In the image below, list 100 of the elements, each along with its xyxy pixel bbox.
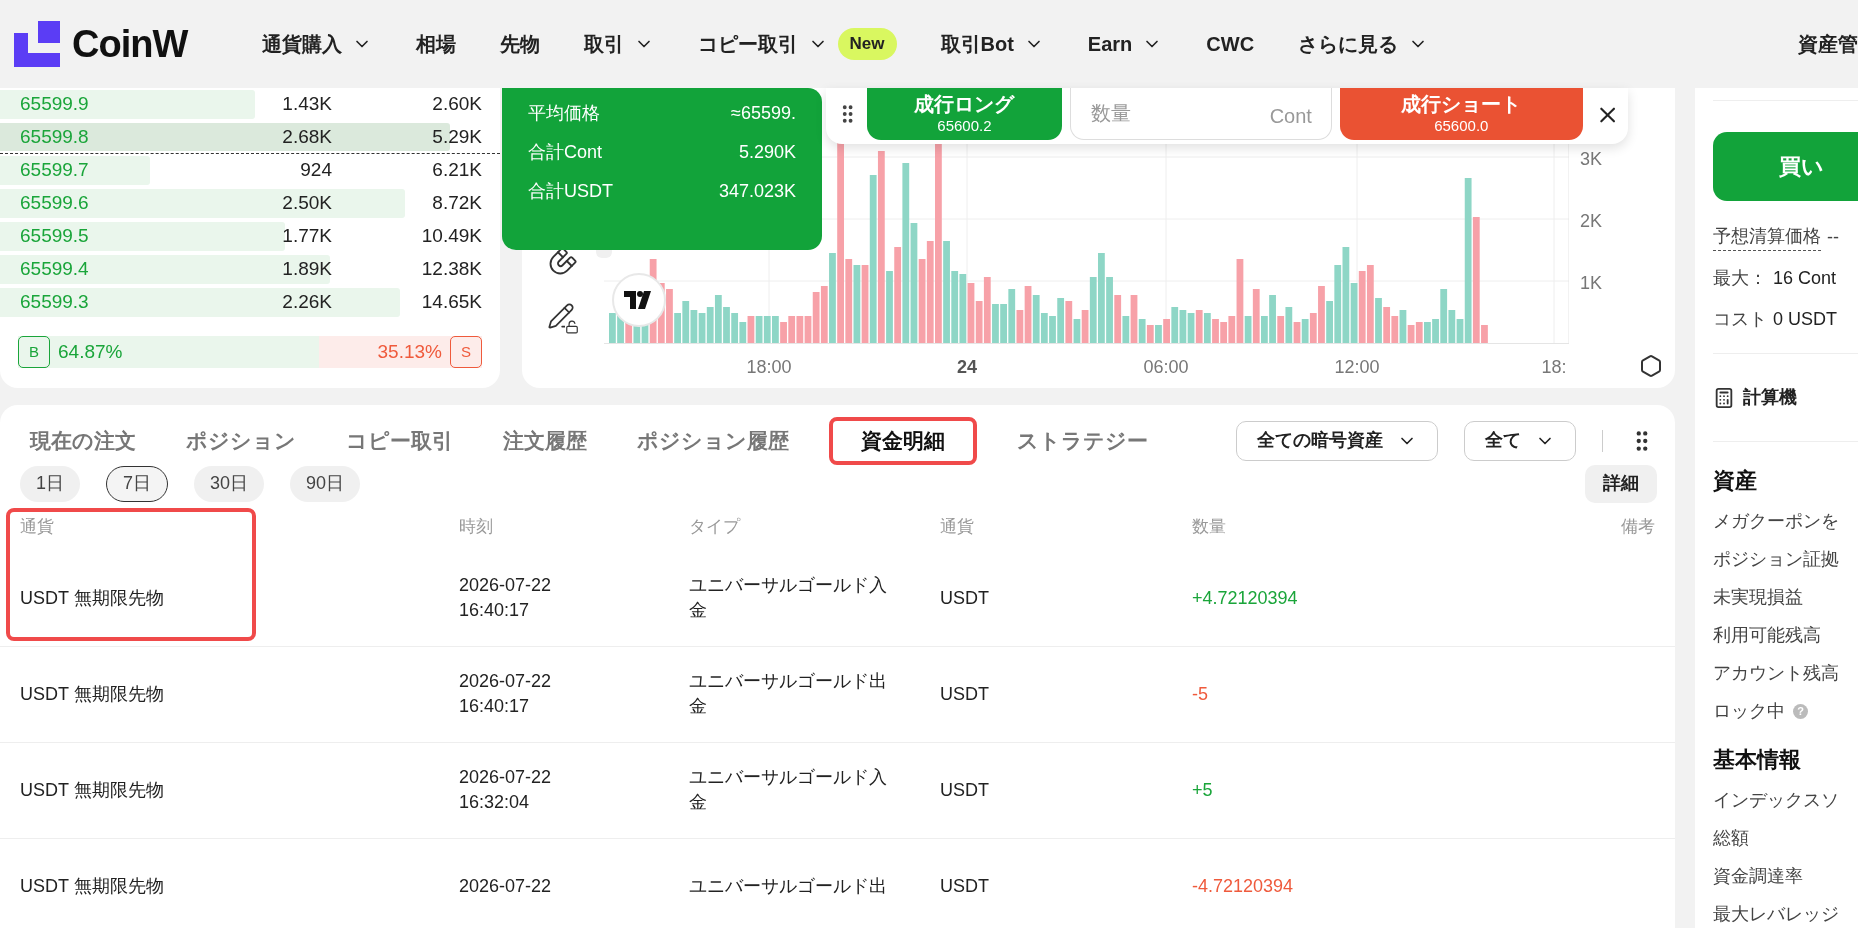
column-header: 数量: [1192, 515, 1227, 538]
button-price: 65600.2: [937, 117, 992, 136]
filter-dropdown[interactable]: 全ての暗号資産: [1236, 420, 1438, 461]
help-icon: ?: [1793, 704, 1808, 719]
bid-size: 2.68K: [281, 124, 332, 149]
tab[interactable]: 注文履歴: [493, 417, 597, 465]
period-chip[interactable]: 90日: [290, 465, 361, 502]
account-cell-text: USDT 無期限先物: [20, 778, 165, 802]
bid-price: 65599.4: [19, 257, 90, 282]
time-axis-label: 06:00: [1143, 356, 1189, 379]
bid-price: 65599.7: [19, 158, 90, 183]
tooltip-label: 合計Cont: [528, 141, 603, 164]
type-cell-text: ユニバーサルゴールド入金: [689, 574, 888, 622]
column-header: 備考: [1620, 515, 1655, 538]
asset-label: 利用可能残高: [1713, 624, 1821, 647]
time-axis-label: 18:00: [746, 356, 792, 379]
bid-size: 1.77K: [281, 224, 332, 249]
max-label: 最大：: [1713, 267, 1767, 291]
info-label: 最大レバレッジ: [1713, 903, 1840, 926]
currency-cell-text: USDT: [940, 778, 990, 802]
bid-size: 2.50K: [281, 191, 332, 216]
currency-cell-text: USDT: [940, 874, 990, 898]
currency-cell-text: USDT: [940, 682, 990, 706]
nav-item[interactable]: 取引Bot: [940, 29, 1044, 59]
column-header: 通貨: [20, 515, 55, 538]
amount-cell-text: -4.72120394: [1192, 874, 1295, 898]
info-label: インデックスソ: [1713, 789, 1840, 812]
filter-dropdown[interactable]: 全て: [1464, 420, 1576, 461]
tab[interactable]: ポジション: [176, 417, 306, 465]
tooltip-label: 平均価格: [528, 102, 600, 125]
nav-item[interactable]: CWC: [1206, 29, 1255, 59]
max-value: 16 Cont: [1773, 267, 1837, 291]
tooltip-value: 347.023K: [718, 180, 796, 203]
asset-label: ポジション証拠: [1713, 548, 1839, 571]
nav-item[interactable]: コピー取引: [697, 29, 828, 59]
volume-axis-label: 2K: [1580, 210, 1603, 232]
asset-label: 未実現損益: [1713, 586, 1803, 609]
nav-item[interactable]: 通貨購入: [261, 29, 372, 59]
date-cell-text: 2026-07-22: [459, 670, 553, 693]
type-cell-text: ユニバーサルゴールド出: [689, 874, 888, 898]
tab[interactable]: 現在の注文: [20, 417, 146, 465]
bid-price: 65599.8: [19, 124, 90, 149]
sell-ratio-text: 35.13%: [377, 339, 442, 364]
market-short-button[interactable]: 成行ショート 65600.0: [1339, 88, 1583, 140]
tab[interactable]: 資金明細: [829, 417, 977, 465]
amount-cell-text: -5: [1192, 682, 1209, 706]
asset-label: ロック中: [1713, 700, 1785, 723]
amount-cell-text: +5: [1192, 778, 1214, 802]
asset-label: アカウント残高: [1713, 662, 1839, 685]
liquidation-label: 予想清算価格: [1713, 223, 1821, 252]
time-cell-text: 16:32:04: [459, 791, 531, 814]
column-header: 通貨: [940, 515, 975, 538]
calculator-icon: [1713, 386, 1735, 409]
tooltip-value: 5.290K: [738, 141, 796, 164]
nav-item[interactable]: 相場: [415, 29, 456, 59]
bid-price: 65599.9: [19, 92, 90, 117]
currency-cell-text: USDT: [940, 586, 990, 610]
bid-total: 6.21K: [431, 158, 482, 183]
calculator-link[interactable]: 計算機: [1743, 384, 1797, 412]
button-label: 成行ロング: [914, 92, 1015, 118]
date-cell-text: 2026-07-22: [459, 766, 553, 789]
type-cell-text: ユニバーサルゴールド出金: [689, 670, 888, 718]
tab[interactable]: コピー取引: [336, 417, 463, 465]
bid-total: 5.29K: [431, 124, 482, 149]
date-cell-text: 2026-07-22: [459, 574, 553, 597]
section-title: 資産: [1713, 467, 1758, 495]
nav-item[interactable]: 取引: [583, 29, 654, 59]
logo-text: CoinW: [72, 21, 188, 67]
new-badge: New: [837, 28, 897, 60]
time-cell-text: 16:40:17: [459, 599, 531, 622]
detail-button[interactable]: 詳細: [1585, 464, 1657, 503]
nav-item[interactable]: 先物: [499, 29, 540, 59]
info-label: 資金調達率: [1713, 865, 1804, 888]
settings-icon[interactable]: [1639, 354, 1663, 378]
pencil-lock-icon[interactable]: [547, 302, 579, 334]
nav-item[interactable]: さらに見る: [1298, 29, 1429, 59]
period-chip[interactable]: 7日: [106, 465, 169, 502]
bid-size: 1.89K: [281, 257, 332, 282]
button-label: 成行ショート: [1401, 92, 1522, 118]
time-axis-label: 18:: [1541, 356, 1567, 379]
volume-axis-label: 3K: [1580, 148, 1603, 170]
period-chip[interactable]: 30日: [194, 465, 265, 502]
buy-ratio-text: 64.87%: [58, 339, 123, 364]
tab[interactable]: ストラテジー: [1007, 417, 1158, 465]
date-cell-text: 2026-07-22: [459, 874, 553, 898]
period-chip[interactable]: 1日: [20, 465, 80, 502]
button-price: 65600.0: [1434, 117, 1489, 136]
bid-price: 65599.6: [19, 191, 90, 216]
column-header: 時刻: [459, 515, 494, 538]
buy-badge: B: [18, 336, 50, 368]
type-cell-text: ユニバーサルゴールド入金: [689, 766, 888, 814]
bid-total: 8.72K: [431, 191, 482, 216]
tab[interactable]: ポジション履歴: [627, 417, 799, 465]
bid-price: 65599.5: [19, 224, 90, 249]
bid-total: 14.65K: [420, 290, 482, 315]
asset-management-link[interactable]: 資産管: [1778, 29, 1858, 59]
cost-label: コスト: [1713, 308, 1767, 332]
amount-cell-text: +4.72120394: [1192, 586, 1299, 610]
nav-item[interactable]: Earn: [1087, 29, 1163, 59]
bid-price: 65599.3: [19, 290, 90, 315]
